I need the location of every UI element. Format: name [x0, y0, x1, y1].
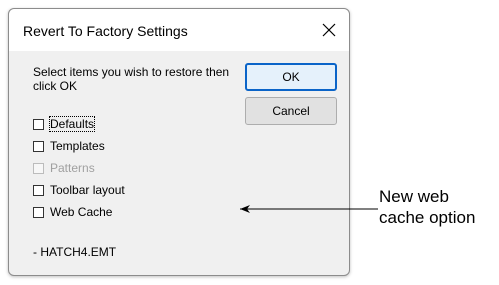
callout-annotation: New web cache option: [379, 186, 475, 228]
web-cache-checkbox[interactable]: [33, 206, 44, 218]
template-file-label: - HATCH4.EMT: [33, 245, 117, 259]
cancel-button[interactable]: Cancel: [245, 97, 337, 125]
callout-line-1: New web: [379, 187, 449, 206]
screenshot-stage: Revert To Factory Settings Select items …: [0, 0, 499, 285]
close-button[interactable]: [313, 15, 345, 45]
callout-line-2: cache option: [379, 208, 476, 227]
web-cache-label[interactable]: Web Cache: [50, 205, 112, 219]
toolbar-layout-checkbox[interactable]: [33, 184, 44, 196]
option-toolbar-layout[interactable]: Toolbar layout: [33, 179, 125, 201]
patterns-label: Patterns: [50, 161, 95, 175]
option-templates[interactable]: Templates: [33, 135, 125, 157]
defaults-checkbox[interactable]: [33, 118, 44, 130]
option-patterns: Patterns: [33, 157, 125, 179]
option-defaults[interactable]: Defaults: [33, 113, 125, 135]
patterns-checkbox: [33, 162, 44, 174]
dialog-titlebar: Revert To Factory Settings: [9, 9, 349, 51]
defaults-label[interactable]: Defaults: [48, 116, 96, 132]
revert-factory-settings-dialog: Revert To Factory Settings Select items …: [8, 8, 350, 276]
toolbar-layout-label[interactable]: Toolbar layout: [50, 183, 125, 197]
restore-options-list: Defaults Templates Patterns Toolbar layo…: [33, 113, 125, 223]
ok-button[interactable]: OK: [245, 63, 337, 91]
instruction-text: Select items you wish to restore then cl…: [33, 65, 230, 93]
close-icon: [322, 23, 336, 37]
dialog-title: Revert To Factory Settings: [23, 23, 188, 39]
option-web-cache[interactable]: Web Cache: [33, 201, 125, 223]
templates-checkbox[interactable]: [33, 140, 44, 152]
templates-label[interactable]: Templates: [50, 139, 105, 153]
arrow-left-icon: [240, 205, 378, 213]
